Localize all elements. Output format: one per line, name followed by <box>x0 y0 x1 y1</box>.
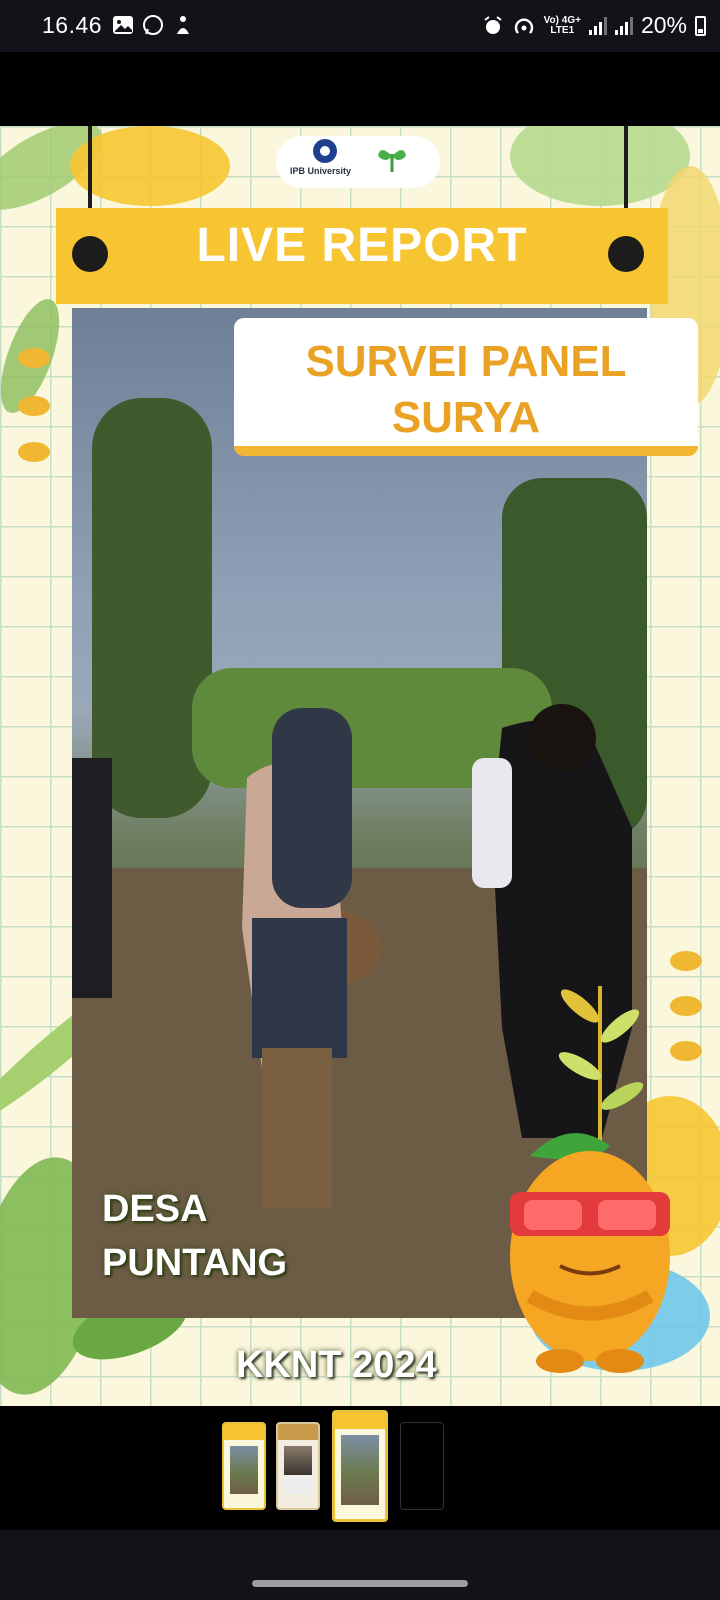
location-line-1: DESA <box>102 1188 208 1230</box>
status-bar: 16.46 Vo) 4G+ LTE1 20% <box>0 0 720 52</box>
location-label: DESA PUNTANG <box>102 1182 287 1290</box>
ipb-logo-icon <box>313 139 337 163</box>
battery-icon <box>695 15 706 36</box>
status-time: 16.46 <box>42 12 103 38</box>
thumbnail-photo <box>230 1446 258 1494</box>
navigation-bar <box>0 1530 720 1600</box>
whatsapp-icon <box>143 15 163 35</box>
image-notification-icon <box>113 16 133 34</box>
footer-label: KKNT 2024 <box>236 1344 437 1386</box>
alarm-icon <box>484 15 502 34</box>
signal-icon <box>588 16 607 35</box>
thumbnail-banner <box>278 1424 318 1440</box>
thumbnail-banner <box>335 1413 385 1429</box>
thumbnail-banner <box>224 1424 264 1440</box>
thumbnail-3-selected[interactable] <box>332 1410 388 1522</box>
home-gesture-handle[interactable] <box>252 1580 468 1587</box>
logo-pill <box>276 136 440 188</box>
title-line-1: SURVEI PANEL <box>305 337 627 386</box>
hotspot-icon <box>514 18 533 34</box>
title-line-2: SURYA <box>391 393 541 442</box>
thumbnail-2[interactable] <box>276 1422 320 1510</box>
network-type: Vo) 4G+ LTE1 <box>543 14 581 36</box>
thumbnail-photo <box>284 1446 312 1494</box>
signal-icon <box>614 16 633 35</box>
kkn-logo-icon <box>378 150 406 172</box>
live-report-label: LIVE REPORT <box>196 219 528 272</box>
thumbnail-4-empty[interactable] <box>400 1422 444 1510</box>
mascot-illustration <box>510 1133 710 1373</box>
story-title: SURVEI PANEL SURYA <box>234 334 698 446</box>
thumbnail-photo <box>341 1435 379 1505</box>
thumbnail-1[interactable] <box>222 1422 266 1510</box>
download-icon <box>177 16 189 34</box>
battery-percent: 20% <box>640 12 687 38</box>
status-right-group: Vo) 4G+ LTE1 20% <box>482 12 706 39</box>
location-line-2: PUNTANG <box>102 1242 288 1284</box>
story-image[interactable]: IPB University LIVE REPORT SURVEI PANEL … <box>0 126 720 1406</box>
logo-caption: IPB University <box>290 166 352 176</box>
